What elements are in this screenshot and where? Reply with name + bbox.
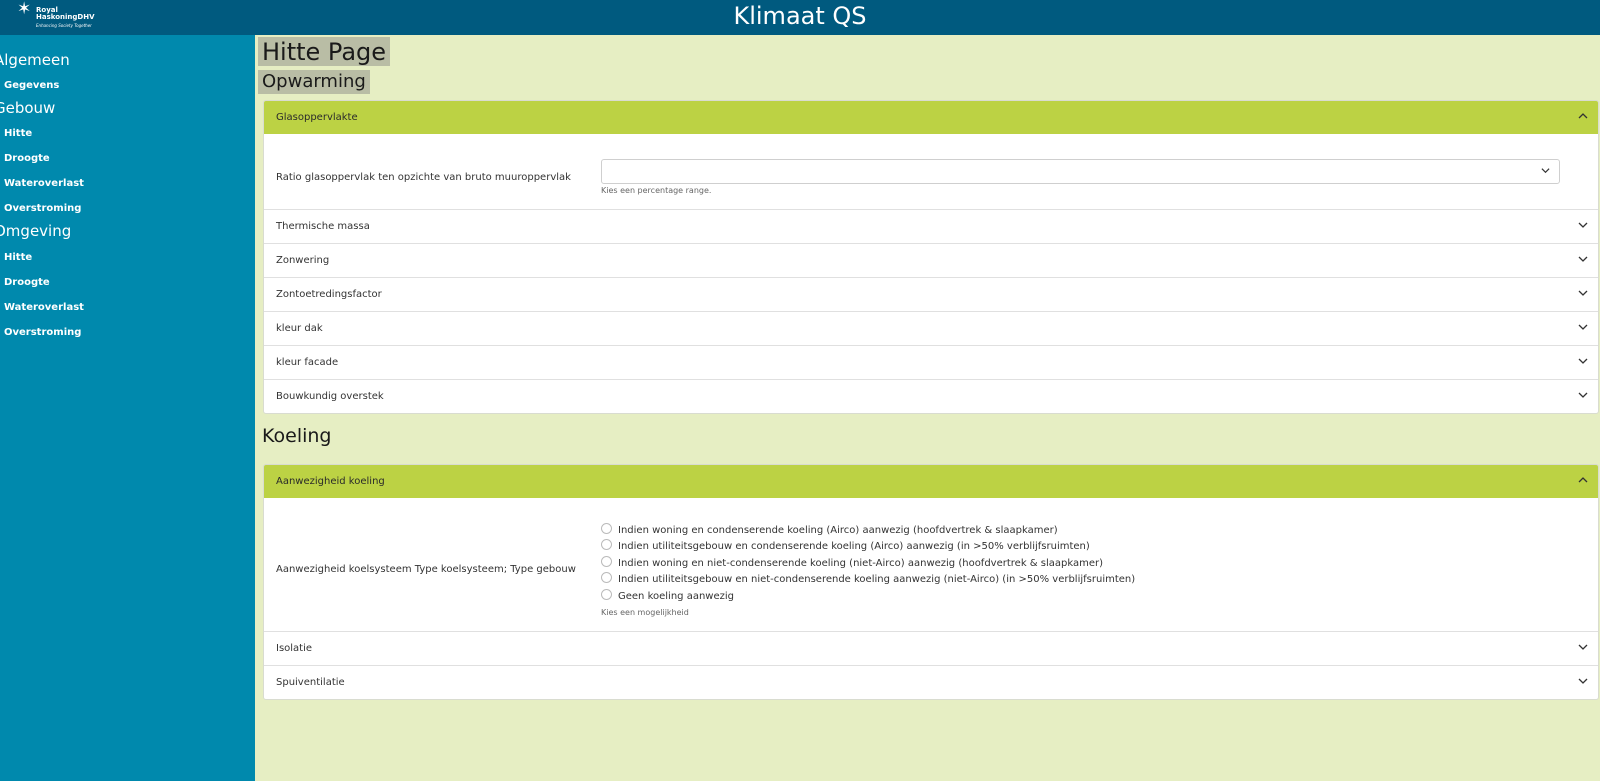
sidebar-item-gebouw-wateroverlast[interactable]: Wateroverlast [4,177,84,191]
field-hint: Kies een mogelijkheid [601,608,689,617]
field-label-ratio-glasoppervlak: Ratio glasoppervlak ten opzichte van bru… [276,172,571,183]
sidebar-item-omgeving-overstroming[interactable]: Overstroming [4,326,81,340]
radio-circle[interactable] [601,539,612,550]
sidebar: Algemeen Gegevens Gebouw Hitte Droogte W… [0,35,255,781]
accordion-title: Spuiventilatie [276,677,345,688]
sidebar-group-algemeen: Algemeen [0,51,70,69]
radio-option-utiliteit-niet-airco[interactable]: Indien utiliteitsgebouw en niet-condense… [601,572,1135,587]
accordion-title: Aanwezigheid koeling [276,476,385,487]
chevron-up-icon [1578,113,1588,119]
chevron-down-icon [1578,678,1588,684]
accordion-title: Bouwkundig overstek [276,391,384,402]
field-hint: Kies een percentage range. [601,186,712,195]
radio-circle[interactable] [601,556,612,567]
accordion-header-zontoetredingsfactor[interactable]: Zontoetredingsfactor [264,278,1598,312]
accordion-header-kleur-facade[interactable]: kleur facade [264,346,1598,380]
chevron-down-icon [1578,290,1588,296]
accordion-header-spuiventilatie[interactable]: Spuiventilatie [264,666,1598,699]
sidebar-group-gebouw: Gebouw [0,99,56,117]
ratio-glasoppervlak-select[interactable] [601,159,1560,184]
chevron-down-icon [1541,168,1550,174]
sidebar-item-gebouw-overstroming[interactable]: Overstroming [4,202,81,216]
accordion-header-aanwezigheid-koeling[interactable]: Aanwezigheid koeling [264,465,1598,498]
chevron-down-icon [1578,392,1588,398]
radio-circle[interactable] [601,572,612,583]
accordion-koeling: Aanwezigheid koeling Aanwezigheid koelsy… [263,464,1599,700]
sidebar-item-omgeving-droogte[interactable]: Droogte [4,276,50,290]
accordion-header-bouwkundig-overstek[interactable]: Bouwkundig overstek [264,380,1598,413]
chevron-down-icon [1578,256,1588,262]
chevron-down-icon [1578,324,1588,330]
chevron-down-icon [1578,644,1588,650]
accordion-header-isolatie[interactable]: Isolatie [264,632,1598,666]
field-label-aanwezigheid-koelsysteem: Aanwezigheid koelsysteem Type koelsystee… [276,564,576,575]
radio-circle[interactable] [601,523,612,534]
radio-option-woning-niet-airco[interactable]: Indien woning en niet-condenserende koel… [601,556,1103,571]
accordion-title: kleur facade [276,357,339,368]
sidebar-item-omgeving-hitte[interactable]: Hitte [4,251,32,265]
sidebar-item-gegevens[interactable]: Gegevens [4,79,59,93]
top-bar: ✶ Royal HaskoningDHV Enhancing Society T… [0,0,1600,35]
sidebar-item-gebouw-droogte[interactable]: Droogte [4,152,50,166]
accordion-title: Glasoppervlakte [276,112,358,123]
accordion-body-aanwezigheid-koeling: Aanwezigheid koelsysteem Type koelsystee… [264,498,1598,632]
accordion-title: Isolatie [276,643,313,654]
radio-label: Geen koeling aanwezig [618,591,734,602]
main-content: Hitte Page Opwarming Glasoppervlakte Rat… [255,35,1600,781]
radio-circle[interactable] [601,589,612,600]
chevron-up-icon [1578,477,1588,483]
section-title-koeling: Koeling [262,425,332,447]
radio-label: Indien woning en condenserende koeling (… [618,525,1058,536]
accordion-title: Zontoetredingsfactor [276,289,382,300]
section-title-opwarming: Opwarming [258,70,370,94]
accordion-title: Zonwering [276,255,330,266]
accordion-title: kleur dak [276,323,323,334]
accordion-body-glasoppervlakte: Ratio glasoppervlak ten opzichte van bru… [264,134,1598,210]
chevron-down-icon [1578,358,1588,364]
accordion-title: Thermische massa [276,221,370,232]
accordion-header-glasoppervlakte[interactable]: Glasoppervlakte [264,101,1598,134]
radio-option-geen-koeling[interactable]: Geen koeling aanwezig [601,589,734,604]
app-title: Klimaat QS [733,2,867,30]
chevron-down-icon [1578,222,1588,228]
sidebar-item-gebouw-hitte[interactable]: Hitte [4,127,32,141]
radio-option-woning-airco[interactable]: Indien woning en condenserende koeling (… [601,523,1058,538]
sidebar-group-omgeving: Omgeving [0,222,72,240]
page-title: Hitte Page [258,37,391,66]
radio-label: Indien woning en niet-condenserende koel… [618,558,1104,569]
accordion-opwarming: Glasoppervlakte Ratio glasoppervlak ten … [263,100,1599,414]
radio-option-utiliteit-airco[interactable]: Indien utiliteitsgebouw en condenserende… [601,539,1090,554]
accordion-header-zonwering[interactable]: Zonwering [264,244,1598,278]
sidebar-item-omgeving-wateroverlast[interactable]: Wateroverlast [4,301,84,315]
accordion-header-thermische-massa[interactable]: Thermische massa [264,210,1598,244]
radio-label: Indien utiliteitsgebouw en niet-condense… [618,574,1136,585]
radio-label: Indien utiliteitsgebouw en condenserende… [618,541,1090,552]
accordion-header-kleur-dak[interactable]: kleur dak [264,312,1598,346]
